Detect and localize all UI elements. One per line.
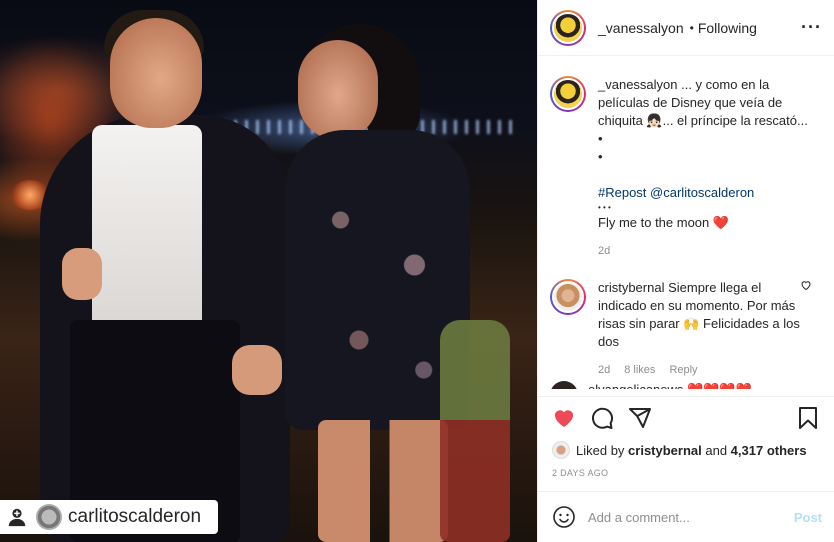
caption-avatar[interactable] xyxy=(550,76,586,112)
comments-list[interactable]: _vanessalyon ... y como en la películas … xyxy=(538,57,834,387)
peek-username[interactable]: elvangelicanews xyxy=(588,382,683,389)
caption-closing: Fly me to the moon ❤️ xyxy=(598,215,730,230)
post-date[interactable]: 2 DAYS AGO xyxy=(552,468,820,478)
man-head xyxy=(110,18,202,128)
comment-likes[interactable]: 8 likes xyxy=(624,361,655,379)
mention-link[interactable]: @carlitoscalderon xyxy=(650,185,754,200)
caption-username[interactable]: _vanessalyon xyxy=(598,77,678,92)
liked-prefix: Liked by xyxy=(576,442,629,458)
peek-text: ❤️❤️❤️❤️ xyxy=(687,382,752,389)
man-shirt xyxy=(92,125,202,335)
partial-comment: elvangelicanews ❤️❤️❤️❤️ xyxy=(550,381,834,389)
caption-bullet: • xyxy=(598,149,603,164)
comment-age[interactable]: 2d xyxy=(598,361,610,379)
comment-icon[interactable] xyxy=(590,406,614,430)
comment-composer: Post xyxy=(538,491,834,542)
post-photo[interactable]: carlitoscalderon xyxy=(0,0,537,542)
tag-username[interactable]: carlitoscalderon xyxy=(68,506,201,528)
thumbs-up-hand xyxy=(62,248,102,300)
peek-avatar xyxy=(550,381,578,389)
post-button[interactable]: Post xyxy=(794,510,822,525)
hashtag-link[interactable]: #Repost xyxy=(598,185,646,200)
comment-username[interactable]: cristybernal xyxy=(598,280,664,295)
share-icon[interactable] xyxy=(628,406,652,430)
rose-bouquet xyxy=(440,320,510,542)
bookmark-icon[interactable] xyxy=(796,406,820,430)
commenter-avatar[interactable] xyxy=(550,279,586,315)
liked-count[interactable]: 4,317 others xyxy=(731,443,807,458)
reply-button[interactable]: Reply xyxy=(669,361,697,379)
tag-avatar xyxy=(36,504,62,530)
author-username[interactable]: _vanessalyon xyxy=(598,20,684,36)
caption: _vanessalyon ... y como en la películas … xyxy=(550,76,822,260)
author-avatar[interactable] xyxy=(550,9,586,46)
header-separator: • xyxy=(689,20,694,35)
repost-tag[interactable]: carlitoscalderon xyxy=(0,500,218,534)
likes-summary: Liked by cristybernal and 4,317 others xyxy=(552,441,820,459)
held-hands xyxy=(232,345,282,395)
caption-dots: • • • xyxy=(598,203,611,212)
caption-age[interactable]: 2d xyxy=(598,242,610,260)
post-header: _vanessalyon • Following ··· xyxy=(538,0,834,56)
liked-user[interactable]: cristybernal xyxy=(628,443,702,458)
liked-and: and xyxy=(701,442,731,458)
liker-avatar xyxy=(552,441,570,459)
more-options-icon[interactable]: ··· xyxy=(801,17,822,38)
comment-like-icon[interactable] xyxy=(800,279,812,294)
heart-icon[interactable] xyxy=(552,406,576,430)
comment-item: cristybernal Siempre llega el indicado e… xyxy=(550,279,822,379)
follow-button[interactable]: Following xyxy=(698,20,757,36)
woman-head xyxy=(298,40,378,140)
repost-icon xyxy=(4,504,30,530)
caption-bullet: • xyxy=(598,131,603,146)
emoji-icon[interactable] xyxy=(552,505,576,529)
woman-legs xyxy=(318,420,448,542)
post-actions: Liked by cristybernal and 4,317 others 2… xyxy=(538,396,834,478)
comment-input[interactable] xyxy=(588,509,794,525)
post-side-panel: _vanessalyon • Following ··· _vanessalyo… xyxy=(537,0,834,542)
